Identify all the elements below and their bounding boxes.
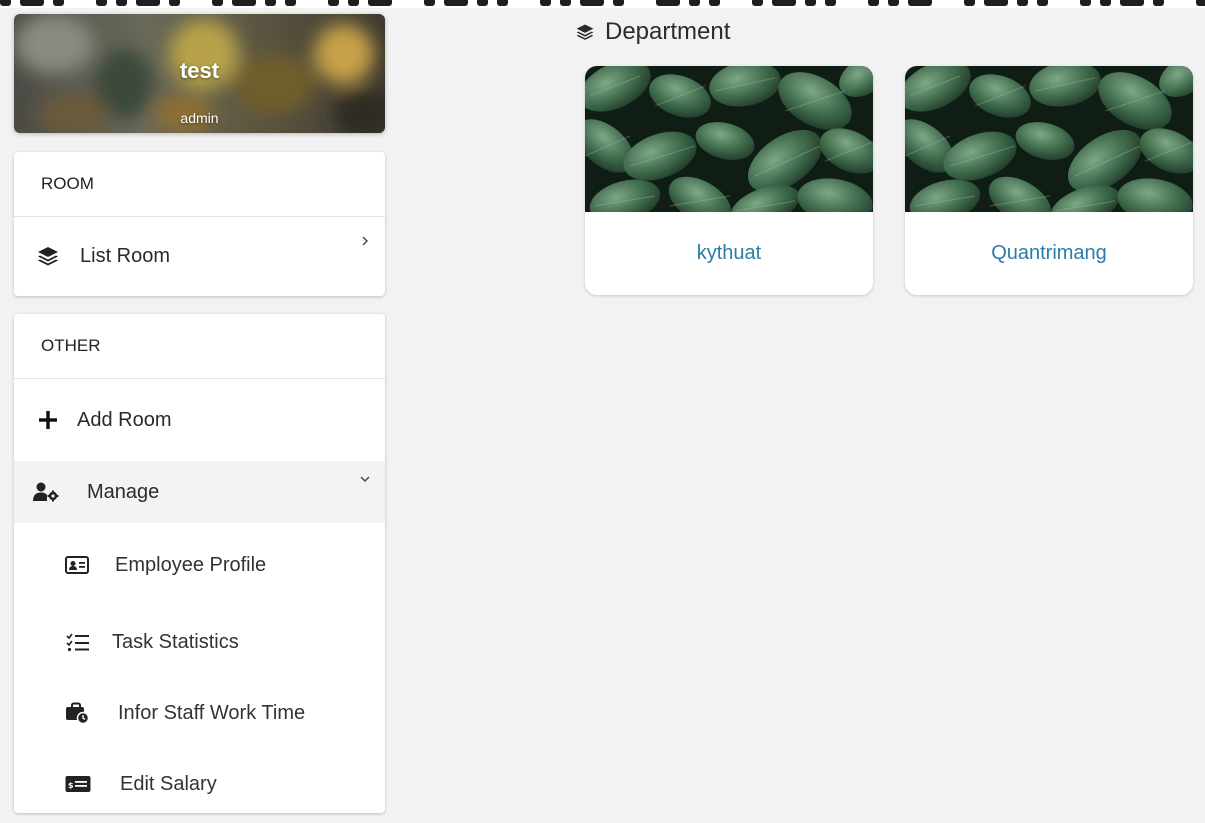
- sidebar-item-label: Add Room: [77, 408, 172, 431]
- department-name-link[interactable]: Quantrimang: [905, 242, 1193, 265]
- profile-name: test: [179, 58, 220, 83]
- sidebar-subitem-edit-salary[interactable]: $ Edit Salary: [14, 749, 385, 813]
- sidebar-item-add-room[interactable]: Add Room: [14, 379, 385, 461]
- chevron-right-icon: [362, 236, 368, 246]
- other-section-header: OTHER: [14, 314, 385, 379]
- sidebar-subitem-infor-staff-work-time[interactable]: Infor Staff Work Time: [14, 677, 385, 749]
- id-card-icon: [65, 556, 89, 574]
- sidebar-subitem-employee-profile[interactable]: Employee Profile: [14, 523, 385, 607]
- department-card-kythuat[interactable]: kythuat: [585, 66, 873, 295]
- sidebar-item-list-room[interactable]: List Room: [14, 217, 385, 295]
- sidebar-subitem-label: Employee Profile: [115, 553, 267, 576]
- room-panel: ROOM List Room: [14, 152, 385, 296]
- other-panel: OTHER Add Room Manage Employee Profile T…: [14, 314, 385, 813]
- svg-text:$: $: [68, 781, 74, 790]
- layers-icon: [576, 24, 594, 40]
- profile-card: test admin: [14, 14, 385, 133]
- sidebar-item-label: List Room: [80, 244, 171, 267]
- layers-icon: [38, 247, 58, 266]
- sidebar-subitem-label: Task Statistics: [112, 630, 239, 653]
- sidebar-subitem-label: Infor Staff Work Time: [118, 701, 306, 724]
- sidebar-subitem-label: Edit Salary: [120, 772, 217, 795]
- profile-role: admin: [180, 110, 219, 126]
- sidebar-subitem-task-statistics[interactable]: Task Statistics: [14, 607, 385, 677]
- department-thumbnail-image: [905, 66, 1193, 212]
- money-check-icon: $: [65, 776, 91, 792]
- users-cog-icon: [33, 482, 59, 502]
- room-section-header: ROOM: [14, 152, 385, 217]
- sidebar-item-label: Manage: [87, 480, 160, 503]
- sidebar-item-manage[interactable]: Manage: [14, 461, 385, 523]
- page-title: Department: [575, 15, 730, 49]
- department-name-link[interactable]: kythuat: [585, 242, 873, 265]
- briefcase-clock-icon: [66, 702, 89, 724]
- task-list-icon: [66, 633, 89, 652]
- plus-icon: [39, 411, 57, 429]
- cropped-text-strip: [0, 0, 1205, 8]
- page-title-text: Department: [605, 18, 731, 45]
- department-thumbnail-image: [585, 66, 873, 212]
- chevron-down-icon: [360, 476, 370, 482]
- department-card-quantrimang[interactable]: Quantrimang: [905, 66, 1193, 295]
